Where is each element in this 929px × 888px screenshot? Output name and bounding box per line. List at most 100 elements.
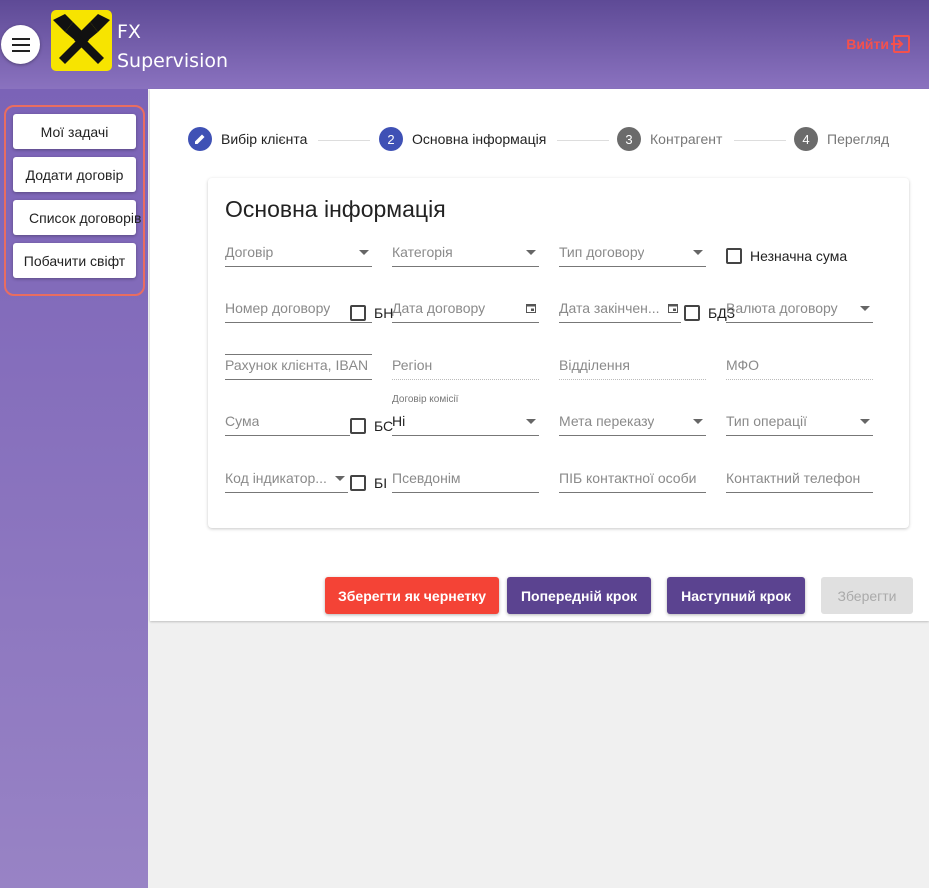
calendar-icon[interactable] <box>668 303 678 313</box>
raiffeisen-logo <box>51 10 112 71</box>
brand-line-2: Supervision <box>117 50 229 72</box>
chevron-down-icon <box>693 250 703 255</box>
region-field: Регіон <box>392 350 539 380</box>
step-main-info[interactable]: 2 Основна інформація <box>379 127 546 151</box>
chevron-down-icon <box>526 250 536 255</box>
step-label: Перегляд <box>827 131 890 147</box>
currency-select[interactable]: Валюта договору <box>726 293 873 323</box>
calendar-icon[interactable] <box>526 303 536 313</box>
sidebar: Мої задачі Додати договір Список договор… <box>0 89 148 888</box>
contract-date-field[interactable]: Дата договору <box>392 293 539 323</box>
no-indicator-checkbox[interactable] <box>350 475 366 491</box>
no-indicator-label: БІ <box>374 475 388 491</box>
hamburger-icon <box>11 37 30 52</box>
commission-select[interactable]: Договір комісії Ні <box>392 394 539 436</box>
end-date-placeholder: Дата закінчен... <box>559 300 660 316</box>
branch-field: Відділення <box>559 350 706 380</box>
sidebar-item-label: Мої задачі <box>40 123 109 140</box>
brand-title: FX Supervision <box>117 18 228 76</box>
sidebar-item-view-swift[interactable]: Побачити свіфт <box>13 243 136 278</box>
menu-button[interactable] <box>1 25 40 64</box>
step-connector <box>734 140 786 141</box>
purpose-select[interactable]: Мета переказу <box>559 406 706 436</box>
commission-value: Ні <box>392 413 406 429</box>
contract-type-placeholder: Тип договору <box>559 244 645 260</box>
step-label: Основна інформація <box>412 131 547 147</box>
no-number-label: БН <box>374 305 394 321</box>
brand-line-1: FX <box>117 21 141 43</box>
no-number-checkbox[interactable] <box>350 305 366 321</box>
purpose-placeholder: Мета переказу <box>559 413 655 429</box>
previous-step-button[interactable]: Попередній крок <box>507 577 651 614</box>
contact-phone-placeholder: Контактний телефон <box>726 470 861 486</box>
mfo-field: МФО <box>726 350 873 380</box>
sidebar-item-label: Побачити свіфт <box>23 252 126 269</box>
chevron-down-icon <box>693 419 703 424</box>
main-panel: Вибір клієнта 2 Основна інформація 3 Кон… <box>150 89 929 621</box>
exit-icon <box>891 35 910 53</box>
contact-person-placeholder: ПІБ контактної особи <box>559 470 697 486</box>
step-number: 3 <box>617 127 641 151</box>
sum-placeholder: Сума <box>225 413 260 429</box>
sidebar-item-add-contract[interactable]: Додати договір <box>13 157 136 192</box>
category-select[interactable]: Категорія <box>392 237 539 267</box>
chevron-down-icon <box>359 250 369 255</box>
contract-placeholder: Договір <box>225 244 274 260</box>
logout-label: Вийти <box>846 36 889 52</box>
contact-phone-field[interactable]: Контактний телефон <box>726 463 873 493</box>
chevron-down-icon <box>860 306 870 311</box>
chevron-down-icon <box>335 476 345 481</box>
end-date-field[interactable]: Дата закінчен... <box>559 293 681 323</box>
step-number: 2 <box>379 127 403 151</box>
sidebar-item-my-tasks[interactable]: Мої задачі <box>13 114 136 149</box>
insignificant-sum-checkbox[interactable] <box>726 248 742 264</box>
iban-placeholder: Рахунок клієнта, IBAN <box>225 357 369 373</box>
save-button[interactable]: Зберегти <box>821 577 913 614</box>
step-label: Контрагент <box>650 131 723 147</box>
alias-field[interactable]: Псевдонім <box>392 463 539 493</box>
sum-field[interactable]: Сума <box>225 406 350 436</box>
mfo-placeholder: МФО <box>726 357 760 373</box>
no-end-date-checkbox[interactable] <box>684 305 700 321</box>
step-client-selection[interactable]: Вибір клієнта <box>188 127 307 151</box>
step-number: 4 <box>794 127 818 151</box>
step-connector <box>318 140 370 141</box>
next-step-button[interactable]: Наступний крок <box>667 577 805 614</box>
pencil-icon <box>188 127 212 151</box>
iban-field[interactable]: Рахунок клієнта, IBAN <box>225 350 372 380</box>
step-label: Вибір клієнта <box>221 131 308 147</box>
insignificant-sum-label: Незначна сума <box>750 248 848 264</box>
commission-label: Договір комісії <box>392 394 459 405</box>
logout-button[interactable]: Вийти <box>846 34 911 54</box>
main-info-card: Основна інформація Договір Категорія Тип… <box>208 178 909 528</box>
contact-person-field[interactable]: ПІБ контактної особи <box>559 463 706 493</box>
indicator-code-placeholder: Код індикатор... <box>225 470 327 486</box>
sidebar-item-label: Список договорів <box>29 209 142 226</box>
no-sum-checkbox[interactable] <box>350 418 366 434</box>
sidebar-menu: Мої задачі Додати договір Список договор… <box>4 105 145 296</box>
contract-select[interactable]: Договір <box>225 237 372 267</box>
branch-placeholder: Відділення <box>559 357 630 373</box>
operation-type-select[interactable]: Тип операції <box>726 406 873 436</box>
currency-placeholder: Валюта договору <box>726 300 838 316</box>
save-draft-button[interactable]: Зберегти як чернетку <box>325 577 499 614</box>
app-header: FX Supervision Вийти <box>0 0 929 89</box>
contract-type-select[interactable]: Тип договору <box>559 237 706 267</box>
indicator-code-select[interactable]: Код індикатор... <box>225 463 348 493</box>
chevron-down-icon <box>526 419 536 424</box>
form-title: Основна інформація <box>225 196 446 222</box>
step-counterparty[interactable]: 3 Контрагент <box>617 127 722 151</box>
contract-date-placeholder: Дата договору <box>392 300 486 316</box>
alias-placeholder: Псевдонім <box>392 470 461 486</box>
step-review[interactable]: 4 Перегляд <box>794 127 889 151</box>
category-placeholder: Категорія <box>392 244 453 260</box>
stepper: Вибір клієнта 2 Основна інформація 3 Кон… <box>188 127 898 153</box>
operation-type-placeholder: Тип операції <box>726 413 807 429</box>
step-connector <box>557 140 609 141</box>
sidebar-item-label: Додати договір <box>25 166 124 183</box>
contract-number-placeholder: Номер договору <box>225 300 331 316</box>
sidebar-item-contract-list[interactable]: Список договорів <box>13 200 141 235</box>
region-placeholder: Регіон <box>392 357 433 373</box>
chevron-down-icon <box>860 419 870 424</box>
no-sum-label: БС <box>374 418 394 434</box>
